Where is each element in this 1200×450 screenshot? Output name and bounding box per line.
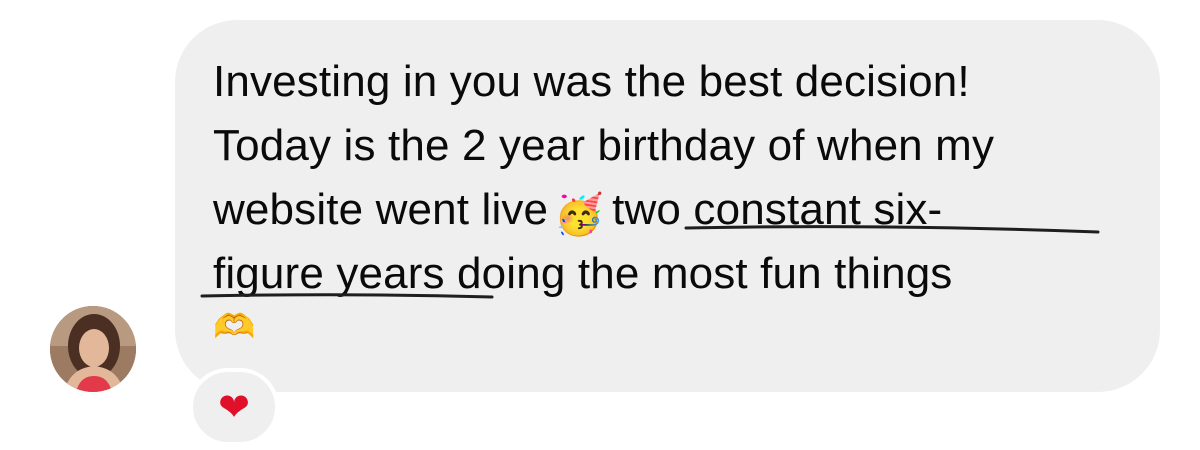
message-line-4-rest: doing the most fun things: [444, 249, 953, 298]
party-face-emoji-icon: 🥳: [554, 192, 605, 238]
message-line-3-underlined: two constant six-: [612, 185, 943, 234]
message-line-4: figure years doing the most fun things: [213, 252, 952, 296]
message-line-4-underlined: figure years: [213, 249, 445, 298]
avatar[interactable]: [50, 306, 136, 392]
message-line-2: Today is the 2 year birthday of when my: [213, 121, 995, 170]
heart-icon: ❤: [218, 385, 250, 429]
heart-hands-emoji-icon: 🫶: [213, 307, 256, 347]
sender-avatar-icon: [50, 306, 136, 392]
message-line-1: Investing in you was the best decision!: [213, 57, 970, 106]
reaction-badge[interactable]: ❤: [189, 368, 279, 446]
message-line-3: website went live 🥳 two constant six-: [213, 185, 943, 238]
dm-conversation: Investing in you was the best decision! …: [0, 0, 1200, 450]
message-line-3-start: website went live: [213, 185, 549, 234]
